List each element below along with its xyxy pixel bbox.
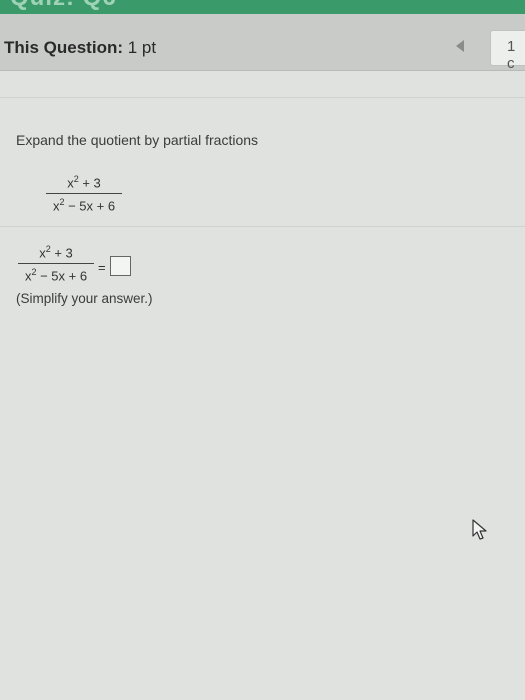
divider (0, 226, 525, 227)
question-points-label: This Question: 1 pt (4, 38, 156, 58)
question-instruction: Expand the quotient by partial fractions (16, 132, 259, 148)
fraction-numerator: x2 + 3 (39, 244, 73, 261)
fraction-denominator: x2 − 5x + 6 (24, 267, 88, 284)
fraction-numerator: x2 + 3 (67, 174, 101, 191)
app-header: Quiz: Q6 (0, 0, 525, 14)
points-value: 1 pt (127, 38, 157, 57)
this-question-label: This Question: (4, 38, 123, 57)
given-fraction: x2 + 3 x2 − 5x + 6 (46, 174, 122, 214)
mouse-pointer-icon (472, 519, 487, 540)
fraction-bar (18, 263, 94, 265)
answer-input[interactable] (110, 256, 131, 276)
simplify-hint: (Simplify your answer.) (16, 291, 153, 306)
equation-fraction: x2 + 3 x2 − 5x + 6 (18, 244, 94, 284)
fraction-denominator: x2 − 5x + 6 (52, 197, 116, 214)
equals-sign: = (98, 260, 106, 275)
question-content: Expand the quotient by partial fractions… (0, 71, 525, 700)
app-title: Quiz: Q6 (10, 0, 117, 12)
fraction-bar (46, 193, 122, 195)
triangle-left-icon[interactable] (456, 40, 464, 52)
question-count: 1 c (507, 38, 516, 72)
quiz-page: Quiz: Q6 This Question: 1 pt 1 c Expand … (0, 0, 525, 700)
question-bar: This Question: 1 pt 1 c (0, 14, 525, 72)
divider (0, 97, 525, 98)
